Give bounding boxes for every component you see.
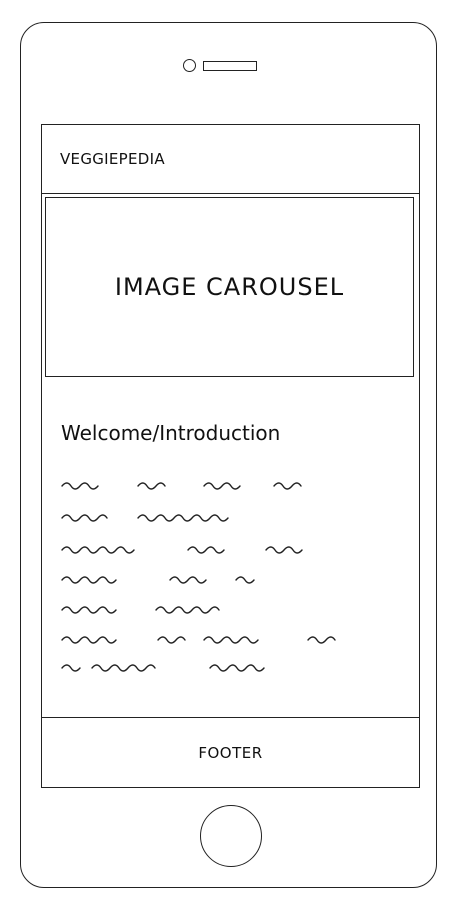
home-button-icon[interactable] — [200, 805, 262, 867]
placeholder-text-line — [61, 636, 336, 644]
placeholder-text-line — [61, 546, 303, 554]
placeholder-text-line — [61, 514, 229, 522]
speaker-icon — [203, 61, 257, 71]
app-footer: FOOTER — [41, 717, 420, 788]
image-carousel[interactable]: IMAGE CAROUSEL — [45, 197, 414, 377]
placeholder-text-block — [61, 482, 336, 672]
carousel-placeholder-label: IMAGE CAROUSEL — [114, 273, 345, 301]
placeholder-text-line — [61, 606, 220, 614]
placeholder-text-line — [61, 664, 265, 672]
placeholder-text-line — [61, 576, 255, 584]
app-title: VEGGIEPEDIA — [60, 150, 165, 168]
placeholder-text-line — [61, 482, 302, 490]
app-header: VEGGIEPEDIA — [41, 124, 420, 194]
camera-icon — [183, 59, 196, 72]
footer-label: FOOTER — [198, 744, 263, 762]
intro-heading: Welcome/Introduction — [61, 421, 281, 445]
